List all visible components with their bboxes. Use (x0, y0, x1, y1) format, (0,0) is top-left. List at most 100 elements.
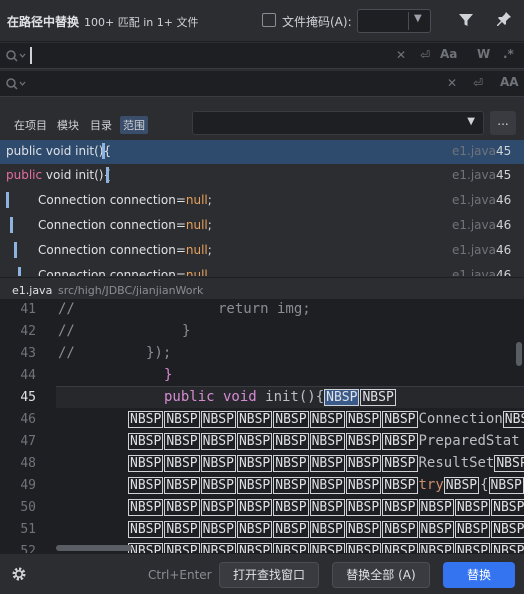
more-button[interactable]: ... (490, 111, 516, 135)
file-mask-select[interactable]: ▼ (357, 9, 431, 33)
header: 在路径中替换 100+ 匹配 in 1+ 文件 文件掩码(A): ▼ (0, 0, 524, 42)
replace-input[interactable] (34, 71, 384, 97)
select-divider (408, 12, 409, 30)
result-row[interactable]: Connection connection=null e1.java 46 (0, 264, 524, 276)
footer: Ctrl+Enter 打开查找窗口 替换全部 (A) 替换 (0, 553, 524, 594)
result-line: 46 (496, 193, 512, 207)
result-file: e1.java (452, 268, 496, 276)
result-text: public void init(){ (6, 168, 112, 182)
scope-bar: 在项目 模块 目录 范围 ▼ ... (0, 106, 524, 140)
result-row[interactable]: Connection connection=null; e1.java 46 (0, 239, 524, 263)
code-preview[interactable]: 41 42 43 44 45 46 47 48 49 50 51 52 // r… (0, 299, 524, 553)
gear-icon[interactable] (11, 566, 27, 585)
text-caret (30, 47, 32, 64)
code-line: NBSP NBSP NBSP NBSP NBSP NBSP NBSP NBSP NBSP NBSP… (128, 543, 524, 553)
code-line: NBSP NBSP NBSP NBSP NBSP NBSP NBSP NBSP Connecti… (128, 411, 524, 428)
result-row[interactable]: Connection connection=null; e1.java 46 (0, 214, 524, 238)
find-row: ✕ ⏎ Aa W .* (0, 43, 524, 69)
result-file: e1.java (452, 144, 496, 158)
file-path-bar: e1.java src/high/JDBC/jianjianWork (0, 277, 524, 301)
line-number: 48 (20, 456, 36, 471)
code-line-current: public void init(){NBSP NBSP (164, 389, 396, 406)
filter-icon[interactable] (458, 12, 474, 31)
newline-icon[interactable]: ⏎ (473, 76, 483, 90)
result-text: Connection connection=null (38, 268, 208, 276)
horizontal-scrollbar[interactable] (56, 545, 132, 551)
regex-icon[interactable]: .* (503, 47, 514, 61)
match-marker (14, 242, 17, 258)
code-text: } (182, 323, 191, 339)
result-file: e1.java (452, 218, 496, 232)
results-list[interactable]: public void init(){ e1.java 45 public vo… (0, 140, 524, 276)
tab-directory[interactable]: 目录 (87, 116, 115, 134)
line-number: 47 (20, 434, 36, 449)
code-text: }); (146, 345, 172, 361)
line-number: 43 (20, 346, 36, 361)
result-row[interactable]: public void init(){ e1.java 45 (0, 140, 524, 164)
match-marker (6, 192, 9, 208)
line-number: 44 (20, 368, 36, 383)
scope-select[interactable]: ▼ (192, 111, 484, 135)
line-number: 42 (20, 324, 36, 339)
tab-project[interactable]: 在项目 (11, 116, 50, 134)
line-number: 41 (20, 302, 36, 317)
pin-icon[interactable] (496, 11, 512, 32)
chevron-down-icon[interactable]: ▼ (467, 116, 475, 127)
chevron-down-icon[interactable]: ▼ (414, 13, 422, 24)
match-marker (102, 143, 105, 159)
search-icon[interactable] (5, 49, 27, 66)
line-number-current: 45 (20, 390, 36, 405)
code-text: } (164, 367, 173, 383)
whole-word-icon[interactable]: W (477, 47, 490, 61)
result-line: 46 (496, 243, 512, 257)
code-comment: // (58, 323, 75, 339)
code-line: NBSP NBSP NBSP NBSP NBSP NBSP NBSP NBSP Prepared… (128, 433, 520, 450)
match-case-icon[interactable]: Aa (440, 47, 457, 61)
find-input[interactable] (34, 43, 384, 69)
tab-scope[interactable]: 范围 (120, 116, 148, 134)
result-row[interactable]: Connection connection=null; e1.java 46 (0, 189, 524, 213)
clear-icon[interactable]: ✕ (396, 48, 406, 62)
code-comment: // (58, 301, 75, 317)
path-file-name: e1.java (12, 284, 53, 297)
search-icon[interactable] (5, 77, 27, 94)
replace-button[interactable]: 替换 (443, 562, 515, 588)
result-text: Connection connection=null; (38, 218, 212, 232)
result-file: e1.java (452, 243, 496, 257)
code-line: NBSP NBSP NBSP NBSP NBSP NBSP NBSP NBSP try NBSP{… (128, 477, 524, 494)
open-find-window-button[interactable]: 打开查找窗口 (219, 562, 319, 588)
result-line: 45 (496, 144, 512, 158)
code-comment: // (58, 345, 75, 361)
replace-row: ✕ ⏎ AA (0, 71, 524, 97)
vertical-scrollbar[interactable] (516, 342, 522, 366)
result-line: 46 (496, 268, 512, 276)
line-number: 46 (20, 412, 36, 427)
line-number: 50 (20, 500, 36, 515)
line-number: 51 (20, 522, 36, 537)
line-number: 52 (20, 544, 36, 553)
result-line: 45 (496, 168, 512, 182)
path-directory: src/high/JDBC/jianjianWork (58, 284, 204, 297)
match-marker (106, 167, 109, 183)
code-line: NBSP NBSP NBSP NBSP NBSP NBSP NBSP NBSP ResultSe… (128, 455, 524, 472)
result-text: public void init(){ (6, 144, 112, 158)
shortcut-hint: Ctrl+Enter (148, 568, 212, 582)
newline-icon[interactable]: ⏎ (420, 48, 430, 62)
match-marker (10, 217, 13, 233)
replace-all-button[interactable]: 替换全部 (A) (332, 562, 430, 588)
match-marker (18, 267, 21, 276)
result-file: e1.java (452, 168, 496, 182)
code-line: NBSP NBSP NBSP NBSP NBSP NBSP NBSP NBSP NBSP NBSP… (128, 521, 524, 538)
tab-module[interactable]: 模块 (54, 116, 82, 134)
file-mask-checkbox[interactable] (262, 13, 276, 27)
file-mask-label: 文件掩码(A): (282, 15, 352, 29)
preserve-case-icon[interactable]: AA (500, 75, 519, 89)
code-text: return img; (218, 301, 311, 317)
code-line: NBSP NBSP NBSP NBSP NBSP NBSP NBSP NBSP NBSP NBSP… (128, 499, 524, 516)
line-number: 49 (20, 478, 36, 493)
result-row[interactable]: public void init(){ e1.java 45 (0, 164, 524, 188)
result-text: Connection connection=null; (38, 243, 212, 257)
result-text: Connection connection=null; (38, 193, 212, 207)
match-count: 100+ 匹配 in 1+ 文件 (84, 16, 199, 29)
clear-icon[interactable]: ✕ (447, 76, 457, 90)
